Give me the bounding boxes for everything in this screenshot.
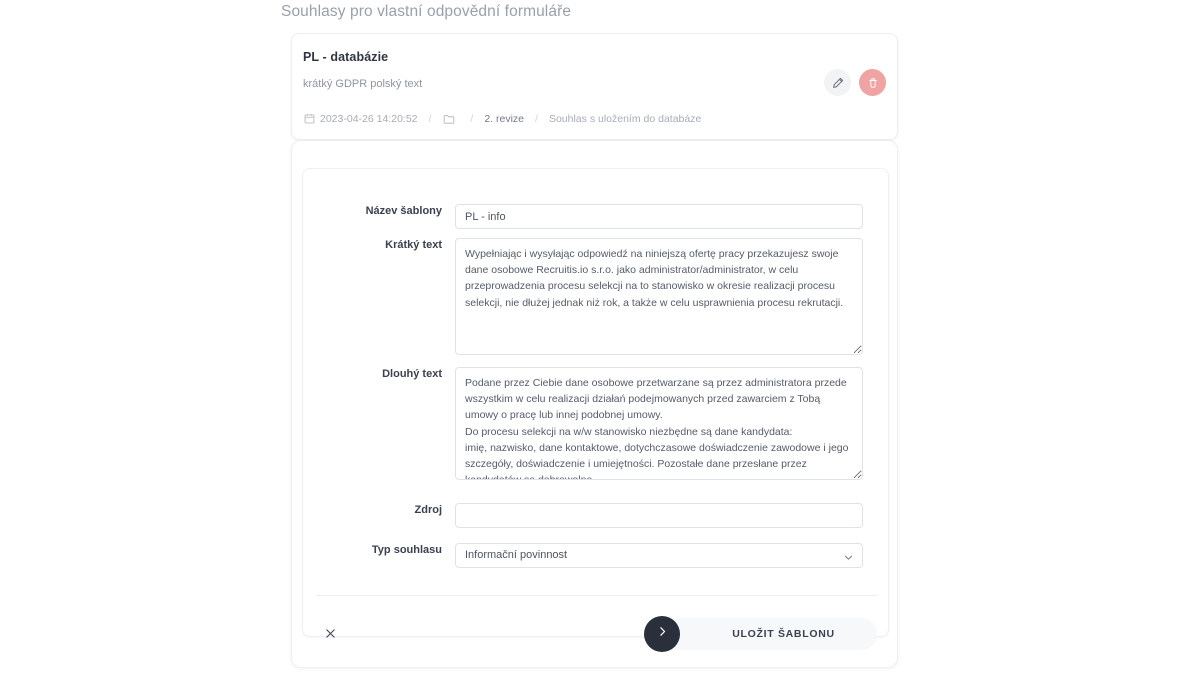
short-text-textarea[interactable] — [455, 238, 863, 355]
folder-icon — [442, 112, 455, 125]
consent-type-label: Typ souhlasu — [371, 544, 442, 556]
summary-card-actions — [824, 69, 886, 96]
delete-button[interactable] — [859, 69, 886, 96]
meta-separator-2: / — [470, 112, 474, 125]
page-root: Souhlasy pro vlastní odpovědní formuláře… — [0, 0, 1200, 675]
summary-meta-consent-type: Souhlas s uložením do databáze — [548, 112, 702, 125]
long-text-textarea[interactable] — [455, 367, 863, 480]
summary-meta-revision: 2. revize — [484, 112, 525, 125]
field-row-consent-type: Typ souhlasu Informační povinnost — [303, 543, 863, 568]
source-input[interactable] — [455, 503, 863, 528]
meta-separator-3: / — [535, 112, 538, 125]
edit-button[interactable] — [824, 69, 851, 96]
template-form-panel: Název šablony Krátký text Dlouhý text Zd… — [302, 168, 889, 652]
summary-card-title: PL - databázie — [303, 50, 389, 64]
calendar-icon — [303, 112, 316, 125]
long-text-label: Dlouhý text — [382, 368, 442, 380]
trash-icon — [867, 77, 879, 89]
consent-type-select-wrap: Informační povinnost — [455, 543, 863, 568]
save-template-label: ULOŽIT ŠABLONU — [732, 628, 835, 640]
save-template-button[interactable]: ULOŽIT ŠABLONU — [664, 618, 877, 650]
template-name-label: Název šablony — [365, 205, 442, 217]
close-icon[interactable] — [321, 624, 339, 642]
pencil-icon — [832, 77, 844, 89]
save-template-submit-circle[interactable] — [644, 616, 680, 652]
template-form-card: Název šablony Krátký text Dlouhý text Zd… — [291, 140, 898, 668]
summary-card-meta: 2023-04-26 14:20:52 / / 2. revize / Souh… — [303, 112, 701, 125]
consent-summary-card: PL - databázie krátký GDPR polský text 2… — [291, 33, 898, 140]
field-row-source: Zdroj — [303, 503, 863, 528]
consent-type-select[interactable]: Informační povinnost — [455, 543, 863, 568]
form-footer: ULOŽIT ŠABLONU — [316, 616, 877, 652]
footer-divider — [316, 595, 877, 596]
field-row-template-name: Název šablony — [303, 204, 863, 229]
save-template-group: ULOŽIT ŠABLONU — [644, 616, 877, 652]
meta-separator-1: / — [428, 112, 432, 125]
summary-meta-date: 2023-04-26 14:20:52 — [320, 112, 418, 125]
template-name-input[interactable] — [455, 204, 863, 229]
field-row-long-text: Dlouhý text — [303, 367, 863, 485]
page-title: Souhlasy pro vlastní odpovědní formuláře — [281, 3, 572, 20]
field-row-short-text: Krátký text — [303, 238, 863, 360]
summary-card-subtitle: krátký GDPR polský text — [303, 78, 423, 90]
chevron-right-icon — [656, 625, 669, 643]
source-label: Zdroj — [414, 504, 443, 516]
short-text-label: Krátký text — [385, 239, 442, 251]
